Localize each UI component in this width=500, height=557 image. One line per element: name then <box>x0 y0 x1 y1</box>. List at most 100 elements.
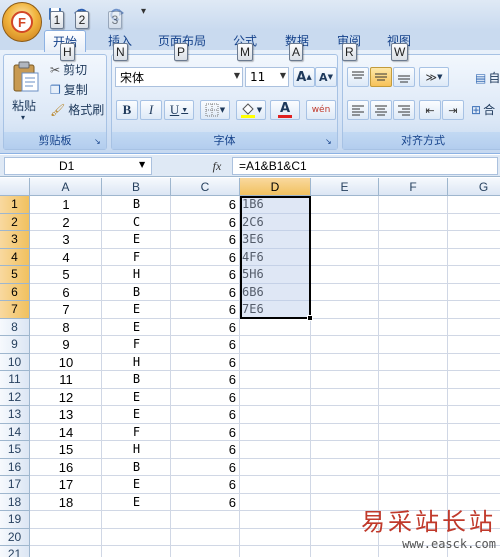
cell-b[interactable]: F <box>102 249 171 267</box>
cell-d[interactable]: 5H6 <box>240 266 311 284</box>
cell-c[interactable]: 6 <box>171 336 240 354</box>
cell-d[interactable] <box>240 354 311 372</box>
font-size-box[interactable]: 11 ▼ <box>245 67 289 87</box>
cell-b[interactable]: B <box>102 371 171 389</box>
fill-handle[interactable] <box>307 314 313 321</box>
cell-b[interactable]: E <box>102 319 171 337</box>
phonetic-button[interactable]: wén <box>306 100 336 120</box>
paste-dropdown-icon[interactable]: ▾ <box>21 113 25 122</box>
cell-b[interactable] <box>102 511 171 529</box>
cell-a[interactable]: 8 <box>30 319 102 337</box>
row-header[interactable]: 8 <box>0 318 30 336</box>
cell-a[interactable]: 5 <box>30 266 102 284</box>
column-header[interactable]: C <box>171 178 240 196</box>
cell-b[interactable] <box>102 529 171 547</box>
cell-c[interactable] <box>171 529 240 547</box>
clipboard-launcher-icon[interactable]: ↘ <box>94 137 103 146</box>
column-header[interactable]: B <box>102 178 171 196</box>
cell-d[interactable]: 3E6 <box>240 231 311 249</box>
cell-a[interactable]: 17 <box>30 476 102 494</box>
column-header[interactable]: F <box>379 178 448 196</box>
font-name-dropdown-icon[interactable]: ▼ <box>234 71 240 80</box>
row-header[interactable]: 9 <box>0 336 30 354</box>
cell-a[interactable] <box>30 546 102 557</box>
cell-c[interactable]: 6 <box>171 301 240 319</box>
row-header[interactable]: 1 <box>0 196 30 214</box>
formula-input[interactable]: =A1&B1&C1 <box>232 157 498 175</box>
row-header[interactable]: 6 <box>0 283 30 301</box>
cell-b[interactable]: F <box>102 424 171 442</box>
format-painter-button[interactable]: 🖌 格式刷 <box>50 101 104 118</box>
cell-b[interactable]: E <box>102 231 171 249</box>
cell-d[interactable] <box>240 406 311 424</box>
cell-d[interactable] <box>240 371 311 389</box>
decrease-indent-button[interactable]: ⇤ <box>419 100 441 120</box>
cell-a[interactable]: 15 <box>30 441 102 459</box>
cell-c[interactable]: 6 <box>171 476 240 494</box>
row-header[interactable]: 18 <box>0 493 30 511</box>
column-header[interactable]: A <box>30 178 102 196</box>
cell-c[interactable]: 6 <box>171 494 240 512</box>
row-header[interactable]: 7 <box>0 301 30 319</box>
paste-icon[interactable] <box>12 61 40 93</box>
cell-d[interactable]: 7E6 <box>240 301 311 319</box>
row-header[interactable]: 4 <box>0 248 30 266</box>
increase-indent-button[interactable]: ⇥ <box>442 100 464 120</box>
cell-d[interactable] <box>240 546 311 557</box>
cell-c[interactable]: 6 <box>171 284 240 302</box>
cell-c[interactable]: 6 <box>171 389 240 407</box>
cell-d[interactable] <box>240 389 311 407</box>
cell-d[interactable]: 4F6 <box>240 249 311 267</box>
cell-a[interactable]: 1 <box>30 196 102 214</box>
column-header[interactable]: D <box>240 178 311 196</box>
cell-d[interactable] <box>240 424 311 442</box>
cell-c[interactable]: 6 <box>171 441 240 459</box>
cell-d[interactable] <box>240 476 311 494</box>
cell-a[interactable]: 4 <box>30 249 102 267</box>
cell-c[interactable]: 6 <box>171 371 240 389</box>
copy-button[interactable]: ❐ 复制 <box>50 81 88 98</box>
cell-b[interactable]: C <box>102 214 171 232</box>
cell-a[interactable]: 7 <box>30 301 102 319</box>
align-left-button[interactable] <box>347 100 369 120</box>
cell-b[interactable] <box>102 546 171 557</box>
row-header[interactable]: 21 <box>0 546 30 557</box>
wrap-text-button[interactable]: ▤ 自 <box>475 69 500 86</box>
cell-a[interactable]: 10 <box>30 354 102 372</box>
row-header[interactable]: 15 <box>0 441 30 459</box>
cell-a[interactable]: 18 <box>30 494 102 512</box>
cell-d[interactable] <box>240 441 311 459</box>
borders-button[interactable]: ▼ <box>200 100 230 120</box>
cell-b[interactable]: B <box>102 284 171 302</box>
align-right-button[interactable] <box>393 100 415 120</box>
cell-b[interactable]: F <box>102 336 171 354</box>
cell-a[interactable]: 9 <box>30 336 102 354</box>
cell-d[interactable]: 2C6 <box>240 214 311 232</box>
row-header[interactable]: 10 <box>0 353 30 371</box>
cell-d[interactable]: 6B6 <box>240 284 311 302</box>
cell-c[interactable]: 6 <box>171 354 240 372</box>
cell-b[interactable]: B <box>102 459 171 477</box>
row-header[interactable]: 14 <box>0 423 30 441</box>
cell-c[interactable]: 6 <box>171 459 240 477</box>
align-top-button[interactable] <box>347 67 369 87</box>
cell-c[interactable] <box>171 546 240 557</box>
cell-b[interactable]: E <box>102 494 171 512</box>
row-header[interactable]: 3 <box>0 231 30 249</box>
cut-button[interactable]: ✂ 剪切 <box>50 61 87 78</box>
cell-c[interactable]: 6 <box>171 249 240 267</box>
cell-b[interactable]: H <box>102 354 171 372</box>
cell-b[interactable]: H <box>102 441 171 459</box>
cell-a[interactable]: 11 <box>30 371 102 389</box>
merge-center-button[interactable]: ⊞ 合 <box>471 101 495 118</box>
cell-a[interactable]: 16 <box>30 459 102 477</box>
row-header[interactable]: 13 <box>0 406 30 424</box>
customize-quick-access-icon[interactable]: ▾ <box>141 6 146 17</box>
cell-a[interactable]: 14 <box>30 424 102 442</box>
cell-a[interactable]: 6 <box>30 284 102 302</box>
align-bottom-button[interactable] <box>393 67 415 87</box>
font-launcher-icon[interactable]: ↘ <box>325 137 334 146</box>
paste-button[interactable]: 粘贴 <box>12 97 36 114</box>
cell-c[interactable] <box>171 511 240 529</box>
column-header[interactable]: G <box>448 178 500 196</box>
